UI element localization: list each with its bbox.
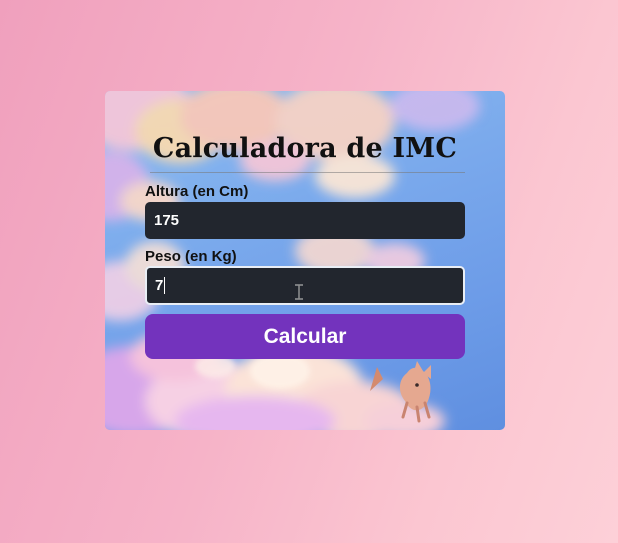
page-title: Calculadora de IMC xyxy=(152,133,458,164)
peso-input-value: 7 xyxy=(155,277,164,294)
altura-input-value: 175 xyxy=(154,212,180,229)
calculator-card: Calculadora de IMC Altura (en Cm) 175 Pe… xyxy=(105,91,505,430)
calcular-button[interactable]: Calcular xyxy=(145,314,465,359)
title-divider xyxy=(150,172,465,173)
altura-label: Altura (en Cm) xyxy=(145,183,249,200)
text-cursor-icon xyxy=(295,284,303,300)
text-caret xyxy=(164,277,166,294)
peso-label: Peso (en Kg) xyxy=(145,248,237,265)
peso-input[interactable]: 7 xyxy=(145,266,465,305)
altura-input[interactable]: 175 xyxy=(145,202,465,239)
